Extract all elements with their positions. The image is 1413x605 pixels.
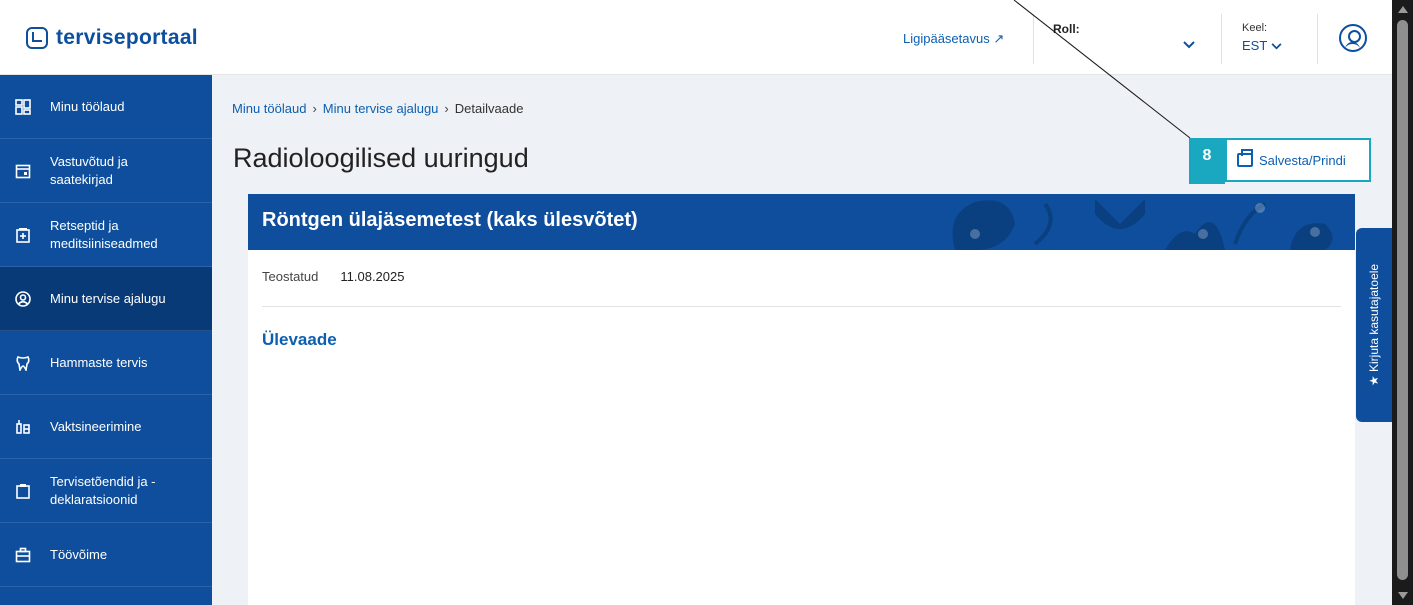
chevron-down-icon: [1183, 41, 1195, 49]
save-print-button[interactable]: Salvesta/Prindi: [1225, 138, 1371, 182]
header-divider: [1221, 14, 1222, 64]
feedback-tab[interactable]: ★ Kirjuta kasutajatoele: [1356, 228, 1392, 422]
briefcase-icon: [14, 546, 32, 564]
sidebar-item-prescriptions[interactable]: Retseptid ja meditsiiniseadmed: [0, 203, 212, 267]
card-header: Röntgen ülajäsemetest (kaks ülesvõtet): [248, 194, 1355, 250]
breadcrumb-separator: ›: [444, 101, 449, 116]
person-icon: [14, 290, 32, 308]
breadcrumb-link-health-history[interactable]: Minu tervise ajalugu: [323, 101, 439, 116]
sidebar-item-label: Töövõime: [50, 546, 108, 562]
scroll-up-icon[interactable]: [1398, 6, 1408, 13]
printer-icon: [1237, 149, 1253, 167]
sidebar-item-appointments[interactable]: Vastuvõtud ja saatekirjad: [0, 139, 212, 203]
breadcrumb: Minu töölaud › Minu tervise ajalugu › De…: [232, 101, 523, 116]
sidebar-item-health-history[interactable]: Minu tervise ajalugu: [0, 267, 212, 331]
scroll-down-icon[interactable]: [1398, 592, 1408, 599]
dashboard-icon: [14, 98, 32, 116]
save-print-label: Salvesta/Prindi: [1259, 152, 1346, 168]
language-dropdown[interactable]: EST: [1242, 38, 1282, 53]
accessibility-link[interactable]: Ligipääsetavus ↗: [903, 31, 1004, 47]
sidebar-item-label: Retseptid ja meditsiiniseadmed: [50, 217, 158, 251]
sidebar-item-work-capacity[interactable]: Töövõime: [0, 523, 212, 587]
sidebar-item-dental[interactable]: Hammaste tervis: [0, 331, 212, 395]
tooth-icon: [14, 354, 32, 372]
user-account-icon[interactable]: [1339, 24, 1367, 52]
card-title: Röntgen ülajäsemetest (kaks ülesvõtet): [262, 209, 638, 231]
syringe-icon: [14, 418, 32, 436]
breadcrumb-link-dashboard[interactable]: Minu töölaud: [232, 101, 306, 116]
logo[interactable]: terviseportaal: [26, 26, 198, 50]
breadcrumb-current: Detailvaade: [454, 101, 524, 116]
sidebar: Minu töölaud Vastuvõtud ja saatekirjad R…: [0, 75, 212, 605]
sidebar-item-label: Hammaste tervis: [50, 354, 148, 370]
logo-text: terviseportaal: [56, 26, 198, 49]
sidebar-item-label: Vaktsineerimine: [50, 418, 142, 434]
decorative-pattern: [952, 199, 1333, 250]
calendar-icon: [14, 162, 32, 180]
page-title: Radioloogilised uuringud: [233, 143, 529, 173]
top-header: terviseportaal Ligipääsetavus ↗ Roll: Ke…: [0, 0, 1392, 75]
sidebar-item-vaccination[interactable]: Vaktsineerimine: [0, 395, 212, 459]
divider: [262, 306, 1341, 307]
record-card: Röntgen ülajäsemetest (kaks ülesvõtet) T…: [248, 194, 1355, 605]
app-window: terviseportaal Ligipääsetavus ↗ Roll: Ke…: [0, 0, 1413, 605]
sidebar-item-label: Vastuvõtud ja saatekirjad: [50, 153, 128, 187]
main-content: Minu töölaud › Minu tervise ajalugu › De…: [212, 75, 1392, 605]
sidebar-item-label: Minu töölaud: [50, 98, 125, 114]
performed-date: 11.08.2025: [340, 269, 405, 284]
performed-row: Teostatud 11.08.2025: [262, 269, 404, 284]
annotation-badge: 8: [1189, 138, 1225, 184]
sidebar-item-label: Minu tervise ajalugu: [50, 290, 166, 306]
role-dropdown[interactable]: [1183, 38, 1195, 52]
role-label: Roll:: [1053, 22, 1080, 36]
breadcrumb-separator: ›: [312, 101, 317, 116]
sidebar-item-label: Tervisetõendid ja - deklaratsioonid: [50, 473, 156, 507]
prescription-icon: [14, 226, 32, 244]
logo-icon: [26, 27, 48, 49]
feedback-label: ★ Kirjuta kasutajatoele: [1367, 263, 1381, 387]
clipboard-icon: [14, 482, 32, 500]
header-divider: [1033, 14, 1034, 64]
performed-label: Teostatud: [262, 269, 319, 284]
chevron-down-icon: [1271, 43, 1282, 50]
header-divider: [1317, 14, 1318, 64]
language-label: Keel:: [1242, 22, 1268, 34]
sidebar-item-dashboard[interactable]: Minu töölaud: [0, 75, 212, 139]
sidebar-item-certificates[interactable]: Tervisetõendid ja - deklaratsioonid: [0, 459, 212, 523]
scroll-thumb[interactable]: [1397, 20, 1408, 580]
overview-heading[interactable]: Ülevaade: [262, 330, 337, 350]
vertical-scrollbar[interactable]: [1392, 0, 1413, 605]
